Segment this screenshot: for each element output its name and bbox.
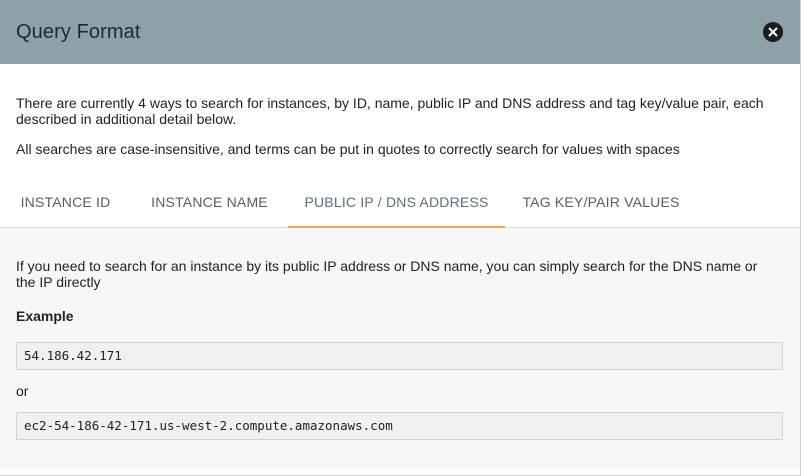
tab-panel: If you need to search for an instance by…: [0, 228, 800, 469]
tab-instance-id[interactable]: INSTANCE ID: [0, 183, 131, 227]
or-separator: or: [16, 383, 29, 399]
dialog-title: Query Format: [16, 20, 141, 43]
tab-instance-name[interactable]: INSTANCE NAME: [131, 183, 288, 227]
intro-section: There are currently 4 ways to search for…: [0, 64, 800, 157]
intro-text-2: All searches are case-insensitive, and t…: [16, 141, 680, 157]
intro-text-1: There are currently 4 ways to search for…: [16, 95, 764, 127]
tab-tag-key-pair-values[interactable]: TAG KEY/PAIR VALUES: [505, 183, 697, 227]
example-ip-code: 54.186.42.171: [16, 342, 783, 370]
panel-description: If you need to search for an instance by…: [16, 258, 758, 290]
dialog-header: Query Format: [0, 0, 800, 64]
example-heading: Example: [16, 308, 74, 324]
close-icon: [768, 27, 778, 37]
close-button[interactable]: [763, 22, 783, 42]
tab-bar: INSTANCE ID INSTANCE NAME PUBLIC IP / DN…: [0, 183, 800, 228]
query-format-dialog: Query Format There are currently 4 ways …: [0, 0, 801, 476]
tab-public-ip-dns-address[interactable]: PUBLIC IP / DNS ADDRESS: [288, 183, 505, 228]
example-dns-code: ec2-54-186-42-171.us-west-2.compute.amaz…: [16, 412, 783, 440]
